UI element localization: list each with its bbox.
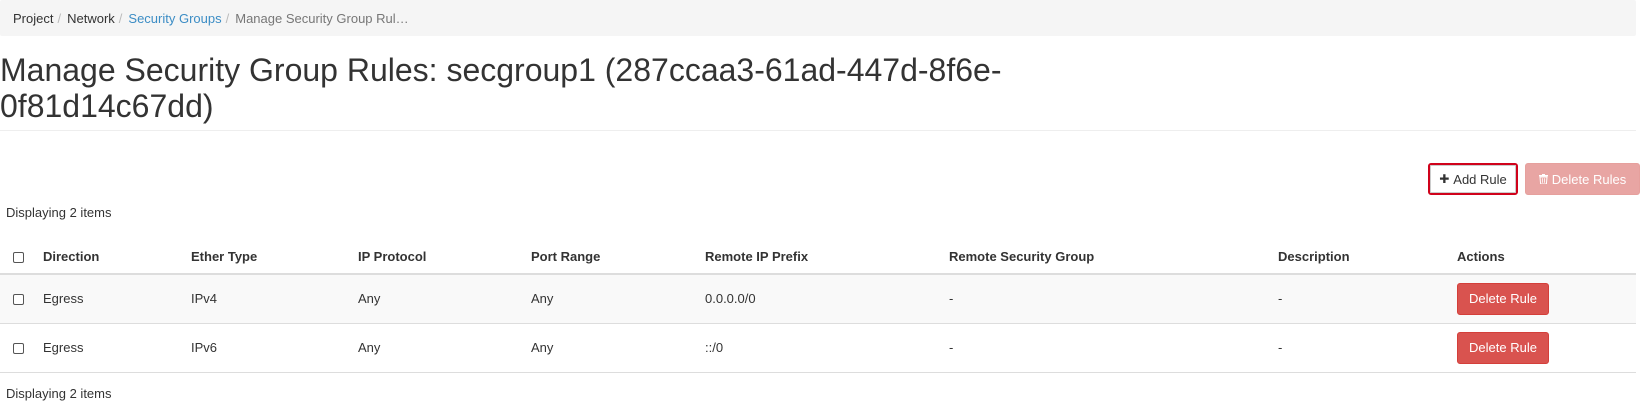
item-count-bottom: Displaying 2 items [6,386,112,401]
cell-ether-type: IPv6 [191,323,358,373]
breadcrumb-current-page: Manage Security Group Rul… [235,10,409,26]
column-header-port-range[interactable]: Port Range [531,240,705,275]
delete-rule-button[interactable]: Delete Rule [1457,331,1549,364]
table-row: Egress IPv6 Any Any ::/0 - - Delete Rule [0,323,1636,373]
cell-remote-security-group: - [949,323,1278,373]
row-checkbox[interactable] [13,343,24,355]
breadcrumb: Project / Network / Security Groups / Ma… [0,0,1636,36]
add-rule-label: Add Rule [1453,171,1507,187]
cell-ether-type: IPv4 [191,274,358,324]
breadcrumb-separator: / [225,10,230,26]
breadcrumb-separator: / [118,10,123,26]
breadcrumb-separator: / [57,10,62,26]
cell-remote-ip-prefix: ::/0 [705,323,949,373]
plus-icon: ✚ [1439,172,1450,186]
cell-ip-protocol: Any [358,274,531,324]
cell-description: - [1278,323,1457,373]
breadcrumb-network[interactable]: Network [67,11,115,26]
column-header-ether-type[interactable]: Ether Type [191,240,358,275]
column-header-description[interactable]: Description [1278,240,1457,275]
row-select-cell [0,274,43,324]
cell-port-range: Any [531,323,705,373]
item-count-top: Displaying 2 items [6,205,112,220]
select-all-cell [0,240,43,275]
trash-icon [1538,174,1548,184]
cell-ip-protocol: Any [358,323,531,373]
delete-rules-label: Delete Rules [1551,171,1627,187]
cell-port-range: Any [531,274,705,324]
table-header-row: Direction Ether Type IP Protocol Port Ra… [0,240,1636,275]
delete-rule-button[interactable]: Delete Rule [1457,282,1549,315]
cell-direction: Egress [43,274,191,324]
cell-direction: Egress [43,323,191,373]
breadcrumb-project[interactable]: Project [13,11,53,26]
column-header-remote-ip-prefix[interactable]: Remote IP Prefix [705,240,949,275]
cell-remote-ip-prefix: 0.0.0.0/0 [705,274,949,324]
table-row: Egress IPv4 Any Any 0.0.0.0/0 - - Delete… [0,274,1636,324]
rules-table: Direction Ether Type IP Protocol Port Ra… [0,240,1636,373]
select-all-checkbox[interactable] [13,252,24,264]
cell-actions: Delete Rule [1457,323,1636,373]
column-header-actions: Actions [1457,240,1636,275]
breadcrumb-security-groups-link[interactable]: Security Groups [128,11,221,26]
cell-remote-security-group: - [949,274,1278,324]
row-select-cell [0,323,43,373]
add-rule-button[interactable]: ✚ Add Rule [1428,163,1518,195]
page-header: Manage Security Group Rules: secgroup1 (… [0,52,1636,131]
cell-description: - [1278,274,1457,324]
row-checkbox[interactable] [13,294,24,306]
cell-actions: Delete Rule [1457,274,1636,324]
delete-rules-button[interactable]: Delete Rules [1525,163,1640,195]
column-header-direction[interactable]: Direction [43,240,191,275]
page-title: Manage Security Group Rules: secgroup1 (… [0,52,1002,124]
column-header-remote-security-group[interactable]: Remote Security Group [949,240,1278,275]
column-header-ip-protocol[interactable]: IP Protocol [358,240,531,275]
